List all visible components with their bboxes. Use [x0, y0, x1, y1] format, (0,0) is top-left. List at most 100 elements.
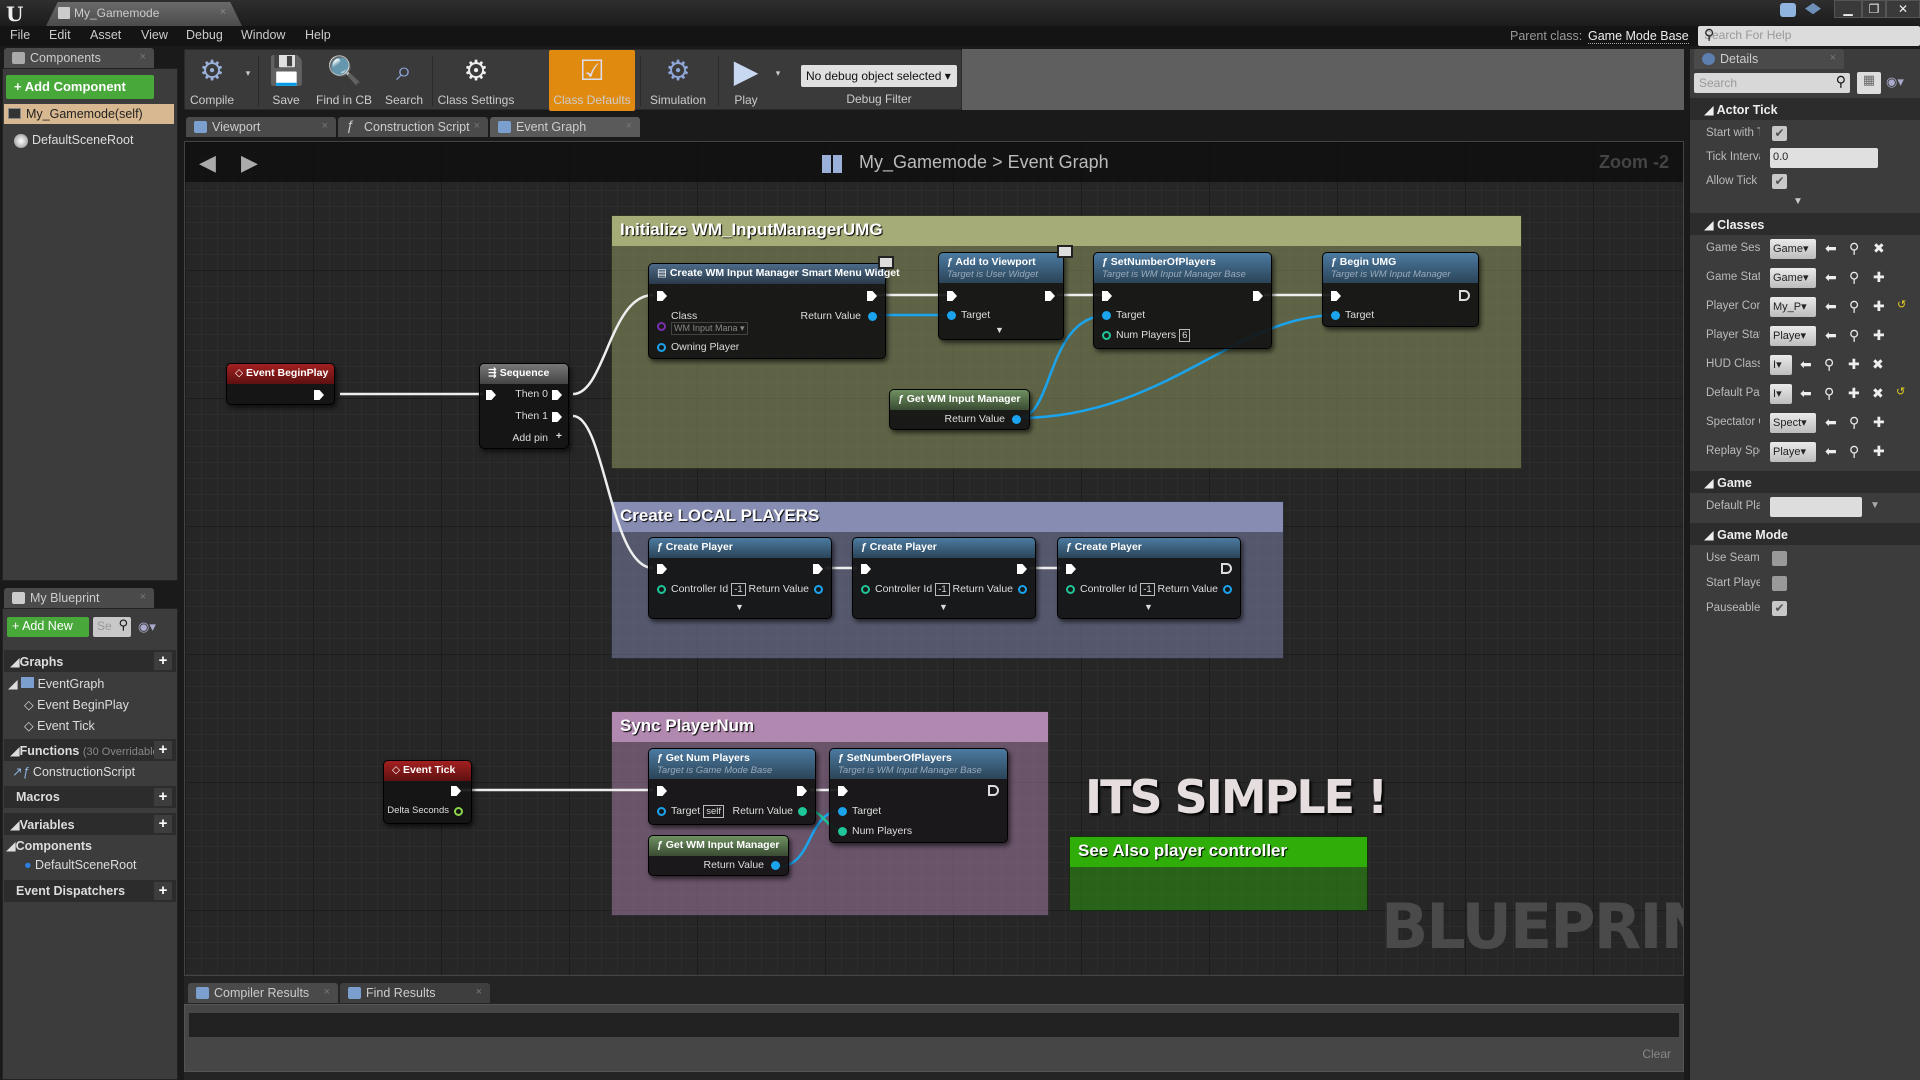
expand-arrow-icon[interactable]: ▼	[1144, 602, 1153, 612]
class-picker-dropdown[interactable]: Game▾	[1770, 268, 1816, 288]
exec-out-pin[interactable]	[1045, 291, 1055, 301]
target-pin[interactable]	[947, 311, 956, 320]
controller-id-input[interactable]: -1	[1140, 583, 1155, 596]
my-blueprint-search[interactable]: Se ⚲	[93, 617, 131, 637]
section-game-mode[interactable]: ◢ Game Mode	[1690, 523, 1920, 545]
view-options-eye-icon[interactable]: ◉▾	[138, 619, 156, 635]
class-settings-button[interactable]: ⚙ Class Settings	[435, 50, 517, 111]
target-pin[interactable]	[1331, 311, 1340, 320]
use-selected-arrow-icon[interactable]: ⬅	[1800, 356, 1812, 373]
return-value-pin[interactable]	[1018, 585, 1027, 594]
tab-find-results[interactable]: Find Results ×	[340, 983, 490, 1003]
clear-icon[interactable]: ✖	[1872, 385, 1884, 402]
exec-out-pin[interactable]	[813, 564, 823, 574]
close-tab-icon[interactable]: ×	[322, 120, 328, 132]
close-tab-icon[interactable]: ×	[626, 120, 632, 132]
minimize-button[interactable]: ▁	[1834, 0, 1862, 18]
menu-debug[interactable]: Debug	[186, 28, 223, 42]
return-value-pin[interactable]	[814, 585, 823, 594]
chevron-down-icon[interactable]: ▼	[1870, 500, 1880, 511]
create-new-icon[interactable]: ✚	[1873, 298, 1885, 315]
exec-out-pin[interactable]	[1459, 290, 1470, 301]
node-set-number-of-players[interactable]: ƒ SetNumberOfPlayers Target is WM Input M…	[1093, 252, 1272, 349]
num-players-input[interactable]: 6	[1179, 329, 1191, 342]
menu-view[interactable]: View	[141, 28, 168, 42]
use-selected-arrow-icon[interactable]: ⬅	[1825, 298, 1837, 315]
debug-object-dropdown[interactable]: No debug object selected ▾	[801, 65, 957, 87]
start-players-checkbox[interactable]	[1772, 576, 1787, 591]
node-get-num-players[interactable]: ƒ Get Num Players Target is Game Mode Bas…	[648, 748, 816, 825]
components-tab[interactable]: Components ×	[4, 48, 154, 68]
expand-arrow-icon[interactable]: ▼	[939, 602, 948, 612]
use-selected-arrow-icon[interactable]: ⬅	[1825, 240, 1837, 257]
details-tab[interactable]: Details ×	[1694, 49, 1844, 69]
restore-button[interactable]: ❐	[1862, 0, 1886, 18]
macros-section-header[interactable]: Macros +	[4, 786, 176, 808]
target-pin[interactable]	[657, 807, 666, 816]
exec-in-pin[interactable]	[947, 291, 957, 301]
exec-in-pin[interactable]	[1102, 291, 1112, 301]
node-create-player-3[interactable]: ƒ Create Player Controller Id -1 Return V…	[1057, 537, 1241, 619]
node-set-number-of-players-2[interactable]: ƒ SetNumberOfPlayers Target is WM Input M…	[829, 748, 1008, 843]
exec-in-pin[interactable]	[861, 564, 871, 574]
menu-asset[interactable]: Asset	[90, 28, 121, 42]
browse-icon[interactable]: ⚲	[1849, 443, 1859, 460]
controller-id-pin[interactable]	[861, 585, 870, 594]
add-graph-button[interactable]: +	[154, 652, 172, 670]
menu-window[interactable]: Window	[241, 28, 285, 42]
create-new-icon[interactable]: ✚	[1873, 443, 1885, 460]
simulation-button[interactable]: ⚙ Simulation	[643, 50, 713, 111]
section-actor-tick[interactable]: ◢ Actor Tick	[1690, 98, 1920, 120]
exec-in-pin[interactable]	[657, 786, 667, 796]
class-pin[interactable]	[657, 322, 666, 331]
variables-section-header[interactable]: ◢Variables +	[4, 813, 176, 835]
menu-help[interactable]: Help	[305, 28, 331, 42]
add-dispatcher-button[interactable]: +	[154, 882, 172, 900]
class-picker-dropdown[interactable]: Playe▾	[1770, 326, 1816, 346]
reset-to-default-icon[interactable]: ↺	[1896, 385, 1905, 398]
close-tab-icon[interactable]: ×	[1830, 52, 1836, 64]
node-event-tick[interactable]: ◇ Event Tick Delta Seconds	[383, 760, 472, 824]
tree-item-components[interactable]: ◢Components	[6, 838, 92, 853]
use-selected-arrow-icon[interactable]: ⬅	[1825, 443, 1837, 460]
allow-tick-checkbox[interactable]: ✔	[1772, 174, 1787, 189]
class-picker-dropdown[interactable]: I▾	[1770, 355, 1792, 375]
class-picker-dropdown[interactable]: Game▾	[1770, 239, 1816, 259]
tree-item-event-beginplay[interactable]: ◇ Event BeginPlay	[24, 697, 129, 712]
use-seamless-checkbox[interactable]	[1772, 551, 1787, 566]
class-picker-dropdown[interactable]: I▾	[1770, 384, 1792, 404]
event-graph-canvas[interactable]: ◀ ▶ My_Gamemode > Event Graph Zoom -2 In…	[184, 141, 1684, 976]
browse-icon[interactable]: ⚲	[1824, 385, 1834, 402]
target-pin[interactable]	[1102, 311, 1111, 320]
view-options-eye-icon[interactable]: ◉▾	[1886, 74, 1904, 90]
expand-arrow-icon[interactable]: ▼	[735, 602, 744, 612]
clear-icon[interactable]: ✖	[1872, 356, 1884, 373]
return-value-pin[interactable]	[798, 807, 807, 816]
close-tab-icon[interactable]: ×	[220, 6, 226, 18]
add-pin-icon[interactable]: +	[556, 430, 562, 442]
clear-button[interactable]: Clear	[1642, 1047, 1671, 1061]
use-selected-arrow-icon[interactable]: ⬅	[1825, 327, 1837, 344]
then0-pin[interactable]	[552, 390, 562, 400]
node-begin-umg[interactable]: ƒ Begin UMG Target is WM Input Manager Ta…	[1322, 252, 1479, 327]
use-selected-arrow-icon[interactable]: ⬅	[1825, 269, 1837, 286]
exec-in-pin[interactable]	[1066, 564, 1076, 574]
then1-pin[interactable]	[552, 412, 562, 422]
exec-out-pin[interactable]	[797, 786, 807, 796]
tab-construction-script[interactable]: ƒ Construction Script ×	[338, 117, 488, 137]
expand-arrow-icon[interactable]: ▼	[995, 325, 1004, 335]
class-picker-dropdown[interactable]: My_P▾	[1770, 297, 1816, 317]
play-button[interactable]: ▶ Play	[723, 50, 769, 111]
exec-out-pin[interactable]	[1221, 563, 1232, 574]
property-matrix-button[interactable]: ▦	[1857, 72, 1881, 94]
help-search-input[interactable]: Search For Help ⚲	[1698, 26, 1920, 46]
return-value-pin[interactable]	[771, 861, 780, 870]
parent-class-link[interactable]: Game Mode Base	[1588, 29, 1689, 44]
tree-item-eventgraph[interactable]: ◢ EventGraph	[8, 676, 104, 691]
browse-icon[interactable]: ⚲	[1849, 298, 1859, 315]
section-game[interactable]: ◢ Game	[1690, 471, 1920, 493]
num-players-pin[interactable]	[1102, 331, 1111, 340]
compile-options-dropdown[interactable]: ▾	[241, 50, 255, 111]
exec-in-pin[interactable]	[486, 390, 496, 400]
tree-item-defaultsceneroot[interactable]: ● DefaultSceneRoot	[24, 858, 137, 872]
